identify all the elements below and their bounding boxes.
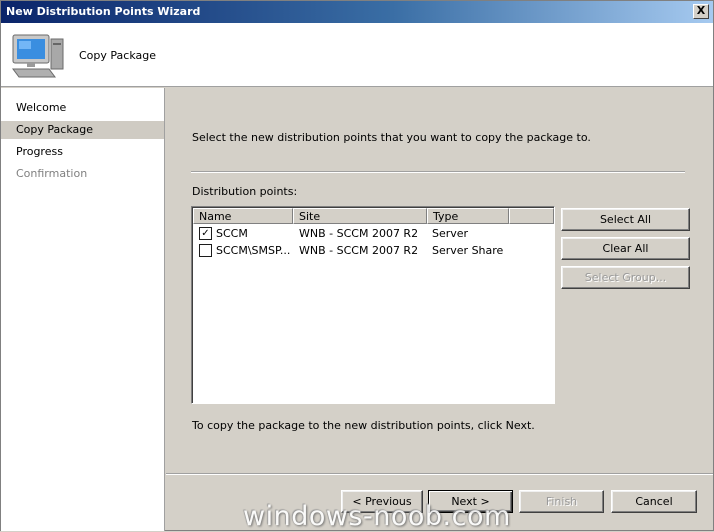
wizard-nav: Welcome Copy Package Progress Confirmati… xyxy=(1,88,165,531)
cell-type: Server Share xyxy=(432,244,504,257)
list-header: Name Site Type xyxy=(193,208,554,224)
cell-name: SCCM xyxy=(216,227,248,240)
footer-instruction: To copy the package to the new distribut… xyxy=(192,419,535,432)
cell-site: WNB - SCCM 2007 R2 xyxy=(299,227,419,240)
step-title: Copy Package xyxy=(79,49,156,62)
row-checkbox[interactable]: ✓ xyxy=(199,227,212,240)
select-all-button[interactable]: Select All xyxy=(561,208,690,231)
computer-icon xyxy=(12,34,64,78)
table-row[interactable]: SCCM\SMSP... WNB - SCCM 2007 R2 Server S… xyxy=(193,242,554,259)
list-label: Distribution points: xyxy=(192,185,298,198)
finish-button: Finish xyxy=(519,490,604,513)
wizard-window: New Distribution Points Wizard X Copy Pa… xyxy=(0,0,714,532)
nav-item-copy-package[interactable]: Copy Package xyxy=(1,121,164,139)
footer-divider xyxy=(166,473,713,475)
cancel-button[interactable]: Cancel xyxy=(611,490,697,513)
nav-item-confirmation: Confirmation xyxy=(16,167,88,180)
title-bar[interactable]: New Distribution Points Wizard X xyxy=(1,1,713,23)
distribution-points-list[interactable]: Name Site Type ✓ SCCM WNB - SCCM 2007 R2… xyxy=(191,206,555,404)
clear-all-button[interactable]: Clear All xyxy=(561,237,690,260)
close-button[interactable]: X xyxy=(693,4,709,19)
instruction-text: Select the new distribution points that … xyxy=(192,131,591,144)
cell-type: Server xyxy=(432,227,469,240)
nav-item-progress[interactable]: Progress xyxy=(1,143,164,161)
column-header-site[interactable]: Site xyxy=(293,208,427,224)
wizard-header: Copy Package xyxy=(1,23,713,87)
window-title: New Distribution Points Wizard xyxy=(6,5,201,18)
select-group-button: Select Group... xyxy=(561,266,690,289)
nav-item-welcome[interactable]: Welcome xyxy=(1,99,164,117)
watermark: windows-noob.com xyxy=(243,501,511,532)
divider xyxy=(191,171,685,173)
column-header-name[interactable]: Name xyxy=(193,208,293,224)
table-row[interactable]: ✓ SCCM WNB - SCCM 2007 R2 Server xyxy=(193,225,554,242)
cell-site: WNB - SCCM 2007 R2 xyxy=(299,244,419,257)
column-header-type[interactable]: Type xyxy=(427,208,509,224)
row-checkbox[interactable] xyxy=(199,244,212,257)
column-header-spacer xyxy=(509,208,554,224)
cell-name: SCCM\SMSP... xyxy=(216,244,291,257)
